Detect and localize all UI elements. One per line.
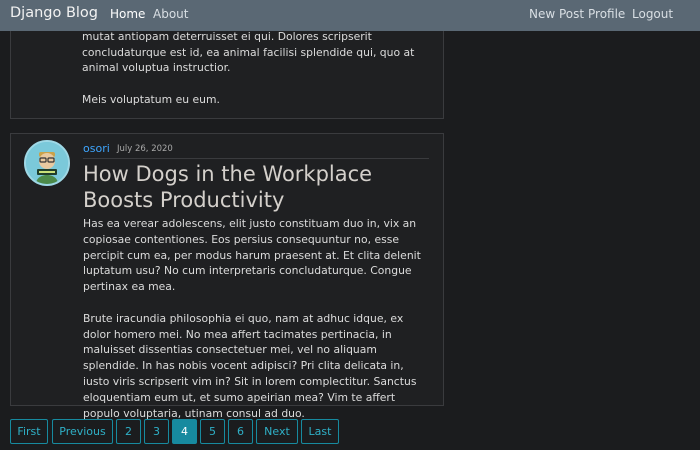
pagination-previous-button[interactable]: Previous [52,419,113,444]
pagination-next-button[interactable]: Next [256,419,298,444]
top-navbar: Django Blog Home About New Post Profile … [0,0,700,31]
previous-post-paragraph: Meis voluptatum eu eum. [82,92,220,106]
post-card: osori July 26, 2020 How Dogs in the Work… [10,133,444,420]
post-author-link[interactable]: osori [83,142,110,155]
pagination-page-button[interactable]: 2 [116,419,141,444]
nav-link-logout[interactable]: Logout [632,7,673,21]
pagination-current-page-button[interactable]: 4 [172,419,197,444]
post-date: July 26, 2020 [117,144,173,154]
post-paragraph: Brute iracundia philosophia ei quo, nam … [83,311,417,420]
post-paragraph: Has ea verear adolescens, elit justo con… [83,217,421,294]
brand-link[interactable]: Django Blog [10,5,98,21]
pagination-first-button[interactable]: First [10,419,48,444]
pagination-page-button[interactable]: 5 [200,419,225,444]
developer-avatar-icon[interactable] [24,140,70,186]
pagination-page-button[interactable]: 6 [228,419,253,444]
nav-link-about[interactable]: About [153,7,188,21]
post-content: Has ea verear adolescens, elit justo con… [83,216,433,437]
post-meta: osori July 26, 2020 [83,142,429,159]
nav-link-profile[interactable]: Profile [588,7,625,21]
pagination-page-button[interactable]: 3 [144,419,169,444]
pagination-last-button[interactable]: Last [301,419,339,444]
nav-link-new-post[interactable]: New Post [529,7,584,21]
nav-link-home[interactable]: Home [110,7,145,21]
post-title[interactable]: How Dogs in the Workplace Boosts Product… [83,161,429,213]
